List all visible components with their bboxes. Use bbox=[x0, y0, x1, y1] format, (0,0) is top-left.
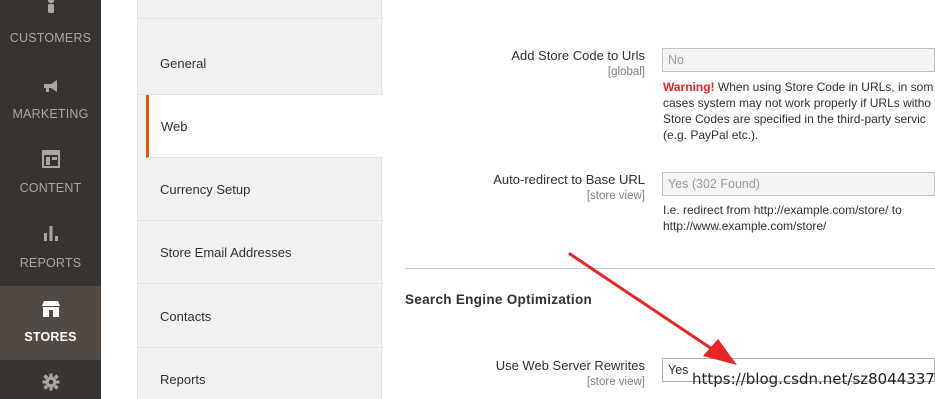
add-store-code-warning: Warning! When using Store Code in URLs, … bbox=[663, 79, 935, 143]
nav-label: CUSTOMERS bbox=[9, 31, 92, 45]
auto-redirect-note: I.e. redirect from http://example.com/st… bbox=[663, 202, 935, 234]
nav-label: MARKETING bbox=[12, 107, 89, 121]
note-line: I.e. redirect from http://example.com/st… bbox=[663, 203, 902, 217]
warning-line: Store Codes are specified in the third-p… bbox=[663, 112, 926, 126]
warning-line: (e.g. PayPal etc.). bbox=[663, 128, 759, 142]
warning-line: Warning! When using Store Code in URLs, … bbox=[663, 80, 934, 94]
field-label-add-store-code: Add Store Code to Urls [global] bbox=[511, 48, 645, 78]
gear-icon bbox=[42, 373, 59, 391]
field-scope: [store view] bbox=[586, 190, 645, 202]
field-label-text: Auto-redirect to Base URL bbox=[493, 172, 645, 187]
field-label-text: Add Store Code to Urls bbox=[511, 48, 645, 63]
field-label-auto-redirect: Auto-redirect to Base URL [store view] bbox=[493, 172, 645, 202]
section-item-web[interactable]: Web bbox=[146, 95, 383, 158]
divider bbox=[405, 268, 935, 269]
watermark-text: https://blog.csdn.net/sz80443374 bbox=[692, 370, 935, 388]
section-item-reports[interactable]: Reports bbox=[138, 348, 383, 399]
bar-chart-icon bbox=[43, 226, 58, 241]
content-gutter bbox=[101, 0, 137, 399]
store-icon bbox=[41, 301, 60, 317]
nav-label: CONTENT bbox=[19, 181, 82, 195]
section-item-general[interactable]: General bbox=[138, 32, 383, 95]
field-scope: [store view] bbox=[586, 376, 645, 388]
auto-redirect-select[interactable]: Yes (302 Found) bbox=[662, 172, 935, 196]
admin-sidebar: CUSTOMERS MARKETING CONTENT REPORTS STOR… bbox=[0, 0, 101, 399]
content-icon bbox=[41, 150, 60, 168]
add-store-code-select[interactable]: No bbox=[662, 48, 935, 72]
field-label-text: Use Web Server Rewrites bbox=[495, 358, 645, 373]
nav-item-reports[interactable]: REPORTS bbox=[0, 214, 101, 286]
note-line: http://www.example.com/store/ bbox=[663, 219, 827, 233]
divider bbox=[138, 18, 383, 19]
nav-item-content[interactable]: CONTENT bbox=[0, 140, 101, 214]
megaphone-icon bbox=[43, 80, 57, 92]
nav-item-stores[interactable]: STORES bbox=[0, 286, 101, 360]
nav-label: REPORTS bbox=[19, 256, 82, 270]
section-item-currency-setup[interactable]: Currency Setup bbox=[138, 158, 383, 221]
warning-line: cases system may not work properly if UR… bbox=[663, 96, 932, 110]
customer-icon bbox=[47, 0, 54, 13]
nav-item-customers[interactable]: CUSTOMERS bbox=[0, 0, 101, 66]
config-section-list: General Web Currency Setup Store Email A… bbox=[137, 0, 383, 399]
section-item-contacts[interactable]: Contacts bbox=[138, 285, 383, 348]
field-scope: [global] bbox=[607, 66, 645, 78]
warning-label: Warning! bbox=[663, 80, 715, 94]
seo-section-title[interactable]: Search Engine Optimization bbox=[405, 292, 592, 307]
nav-label: STORES bbox=[24, 330, 77, 344]
field-label-web-server-rewrites: Use Web Server Rewrites [store view] bbox=[496, 358, 645, 388]
nav-item-system[interactable] bbox=[0, 360, 101, 399]
nav-item-marketing[interactable]: MARKETING bbox=[0, 66, 101, 140]
section-item-store-email-addresses[interactable]: Store Email Addresses bbox=[138, 221, 383, 284]
